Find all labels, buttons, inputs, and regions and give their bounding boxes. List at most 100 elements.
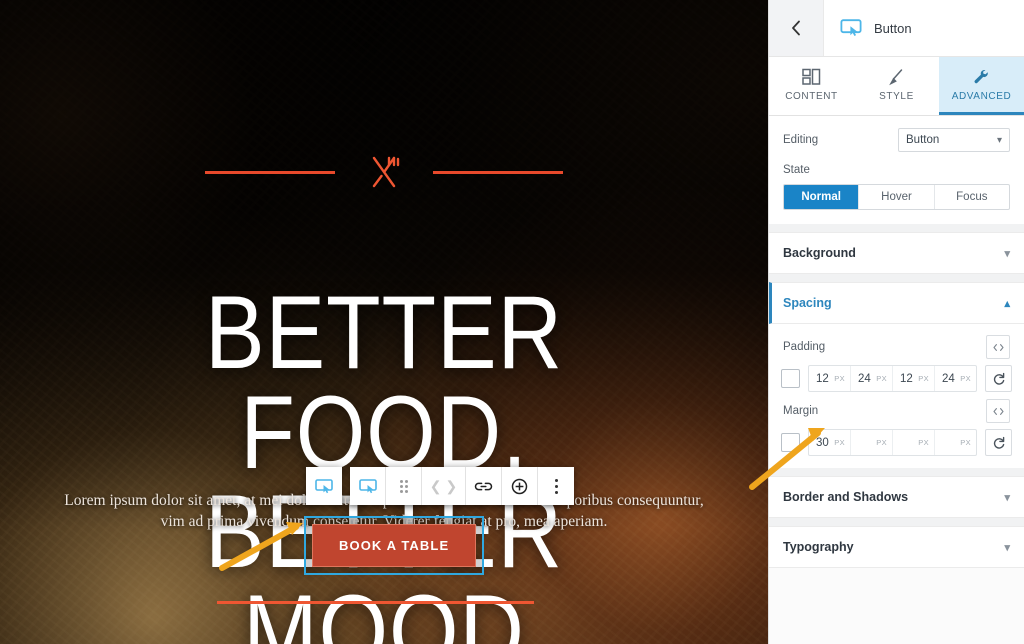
tab-advanced[interactable]: ADVANCED [939, 57, 1024, 115]
margin-right-unit: PX [876, 438, 887, 447]
margin-right-cell: PX [851, 430, 893, 455]
section-typography[interactable]: Typography ▾ [769, 526, 1024, 568]
hero-ornament-divider [0, 152, 768, 192]
section-gap-1 [769, 224, 1024, 232]
section-typography-label: Typography [783, 540, 854, 554]
panel-title: Button [874, 20, 912, 36]
margin-bottom-cell: PX [893, 430, 935, 455]
toolbar-add-button[interactable] [502, 467, 538, 505]
code-icon [992, 343, 1004, 351]
panel-back-button[interactable] [769, 0, 824, 56]
ornament-line-right [433, 170, 563, 174]
state-label: State [783, 164, 810, 176]
chevron-down-icon: ▾ [1004, 247, 1010, 260]
margin-top-input[interactable] [809, 431, 835, 454]
padding-top-unit: PX [834, 374, 845, 383]
more-options-icon [554, 478, 558, 494]
spacing-section-body: Padding 12 PX 24 PX 12 PX 24 PX Margin 3… [769, 324, 1024, 468]
padding-left-input[interactable] [935, 367, 961, 390]
margin-top-cell: PX [809, 430, 851, 455]
padding-left-cell: PX [935, 366, 976, 391]
button-widget-icon [358, 478, 377, 493]
margin-dynamic-code-button[interactable] [986, 399, 1010, 423]
state-block: State Normal Hover Focus [769, 160, 1024, 224]
element-toolbar-group-main: ❮ ❯ [350, 467, 574, 505]
margin-link-sides-checkbox[interactable] [781, 433, 800, 452]
state-option-hover[interactable]: Hover [859, 185, 935, 209]
fork-knife-icon [372, 156, 400, 188]
toolbar-more-options[interactable] [538, 467, 574, 505]
margin-left-cell: PX [935, 430, 976, 455]
padding-top-input[interactable] [809, 367, 835, 390]
hero-headline: BETTER FOOD, BETTER MOOD [204, 274, 563, 644]
margin-label: Margin [783, 405, 819, 417]
padding-bottom-input[interactable] [893, 367, 919, 390]
padding-right-input[interactable] [851, 367, 877, 390]
toolbar-link-button[interactable] [466, 467, 502, 505]
chevron-left-icon [792, 20, 800, 36]
margin-inputs: PX PX PX PX [808, 429, 977, 456]
section-spacing[interactable]: Spacing ▴ [769, 282, 1024, 324]
margin-left-input[interactable] [935, 431, 961, 454]
toolbar-button-widget-icon[interactable] [350, 467, 386, 505]
editing-select[interactable]: Button ▾ [898, 128, 1010, 152]
chevron-right-icon: ❯ [445, 477, 458, 494]
editing-row: Editing Button ▾ [769, 116, 1024, 160]
padding-dynamic-code-button[interactable] [986, 335, 1010, 359]
section-background-label: Background [783, 246, 856, 260]
panel-header-icon-wrap [840, 19, 862, 37]
panel-header: Button [769, 0, 1024, 57]
margin-right-input[interactable] [851, 431, 877, 454]
tab-content-label: CONTENT [785, 90, 838, 102]
chevron-down-icon: ▾ [1004, 541, 1010, 554]
state-option-normal[interactable]: Normal [784, 185, 860, 209]
padding-label: Padding [783, 341, 826, 353]
add-icon [511, 478, 528, 494]
button-widget-icon [315, 478, 333, 493]
cta-button[interactable]: BOOK A TABLE [312, 524, 477, 567]
section-gap-3 [769, 468, 1024, 476]
editing-label: Editing [783, 134, 819, 146]
toolbar-navigate-levels[interactable]: ❮ ❯ [422, 467, 466, 505]
chevron-down-icon: ▾ [996, 134, 1002, 146]
panel-tabs: CONTENT STYLE ADVANCED [769, 57, 1024, 116]
margin-header: Margin [781, 392, 1012, 429]
padding-right-cell: PX [851, 366, 893, 391]
chevron-up-icon: ▴ [1004, 297, 1010, 310]
element-selection-outline: BOOK A TABLE [304, 516, 485, 575]
chevron-left-icon: ❮ [429, 477, 442, 494]
padding-right-unit: PX [876, 374, 887, 383]
element-toolbar[interactable]: ❮ ❯ [306, 467, 574, 505]
toolbar-drag-handle[interactable] [386, 467, 422, 505]
padding-link-sides-checkbox[interactable] [781, 369, 800, 388]
section-spacing-label: Spacing [783, 296, 832, 310]
layout-icon [802, 68, 821, 85]
cta-button-wrapper: BOOK A TABLE [304, 516, 485, 575]
padding-bottom-unit: PX [918, 374, 929, 383]
element-toolbar-group-left [306, 467, 342, 505]
tab-content[interactable]: CONTENT [769, 57, 854, 115]
tab-advanced-label: ADVANCED [951, 90, 1012, 102]
padding-reset-button[interactable] [985, 365, 1012, 392]
editing-select-value: Button [906, 134, 940, 146]
margin-bottom-unit: PX [918, 438, 929, 447]
chevron-down-icon: ▾ [1004, 491, 1010, 504]
state-option-focus[interactable]: Focus [935, 185, 1009, 209]
padding-inputs: PX PX PX PX [808, 365, 977, 392]
app-root: BETTER FOOD, BETTER MOOD Lorem ipsum dol… [0, 0, 1024, 644]
link-icon [474, 482, 493, 490]
margin-bottom-input[interactable] [893, 431, 919, 454]
hero-bottom-divider [217, 601, 534, 604]
page-preview-canvas[interactable]: BETTER FOOD, BETTER MOOD Lorem ipsum dol… [0, 0, 768, 644]
ornament-line-left [205, 170, 335, 174]
tab-style[interactable]: STYLE [854, 57, 939, 115]
toolbar-button-widget-icon-alt[interactable] [306, 467, 342, 505]
section-background[interactable]: Background ▾ [769, 232, 1024, 274]
padding-row: PX PX PX PX [781, 365, 1012, 392]
padding-left-unit: PX [960, 374, 971, 383]
margin-reset-button[interactable] [985, 429, 1012, 456]
element-toolbar-gap [342, 467, 350, 505]
section-border-shadows-label: Border and Shadows [783, 490, 909, 504]
section-border-shadows[interactable]: Border and Shadows ▾ [769, 476, 1024, 518]
hero-section: BETTER FOOD, BETTER MOOD Lorem ipsum dol… [0, 0, 768, 644]
